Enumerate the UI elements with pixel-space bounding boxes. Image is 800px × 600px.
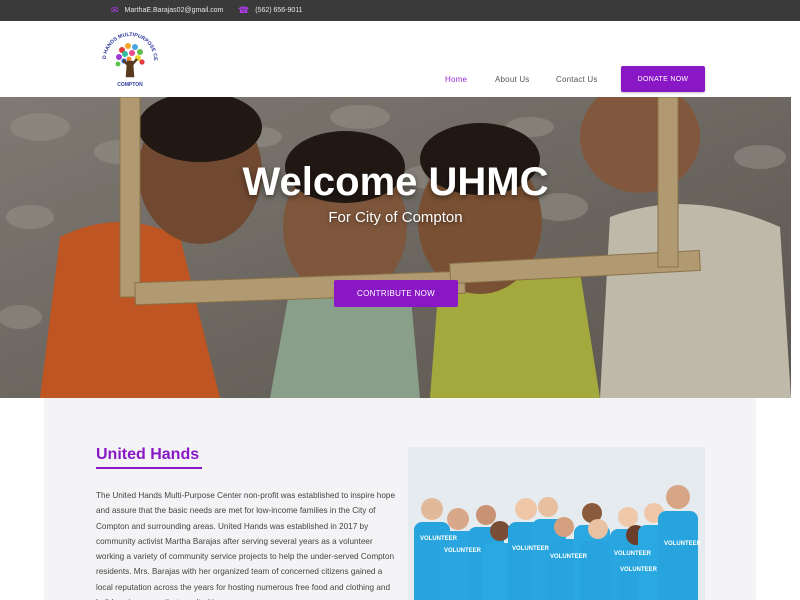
volunteers-photo: VOLUNTEER VOLUNTEER VOLUNTEER VOLUNTEER … — [408, 447, 705, 600]
shirt-text: VOLUNTEER — [444, 548, 482, 554]
shirt-text: VOLUNTEER — [664, 541, 702, 547]
email-text: MarthaE.Barajas02@gmail.com — [124, 7, 224, 14]
contact-bar: ✉ MarthaE.Barajas02@gmail.com ☎ (562) 65… — [0, 0, 800, 21]
nav-contact-us[interactable]: Contact Us — [556, 75, 598, 84]
shirt-text: VOLUNTEER — [550, 554, 588, 560]
shirt-text: VOLUNTEER — [614, 551, 652, 557]
nav-about-us[interactable]: About Us — [495, 75, 530, 84]
envelope-icon: ✉ — [111, 5, 119, 15]
heading-underline — [96, 467, 202, 469]
phone-icon: ☎ — [238, 5, 250, 15]
contribute-now-button[interactable]: CONTRIBUTE NOW — [334, 280, 458, 307]
donate-now-button[interactable]: DONATE NOW — [621, 66, 705, 92]
hero-banner: Welcome UHMC For City of Compton CONTRIB… — [0, 97, 791, 398]
shirt-text: VOLUNTEER — [512, 546, 550, 552]
hero-photo — [0, 97, 791, 398]
shirt-text: VOLUNTEER — [620, 567, 658, 573]
hero-subtitle: For City of Compton — [328, 209, 463, 226]
site-logo[interactable]: UNITED HANDS MULTIPURPOSE CENTER COMPTON — [96, 22, 162, 92]
email-contact[interactable]: ✉ MarthaE.Barajas02@gmail.com — [111, 0, 223, 21]
logo-bottom-text: COMPTON — [117, 82, 143, 88]
about-section: United Hands The United Hands Multi-Purp… — [44, 398, 756, 600]
volunteers-graphic: VOLUNTEER VOLUNTEER VOLUNTEER VOLUNTEER … — [408, 447, 705, 600]
tree-logo-graphic: UNITED HANDS MULTIPURPOSE CENTER COMPTON — [96, 22, 158, 88]
hero-title: Welcome UHMC — [242, 160, 549, 204]
site-header: UNITED HANDS MULTIPURPOSE CENTER COMPTON… — [0, 21, 800, 97]
about-paragraph: The United Hands Multi-Purpose Center no… — [96, 491, 396, 600]
about-heading: United Hands — [96, 446, 200, 463]
phone-contact[interactable]: ☎ (562) 656-9011 — [238, 0, 303, 21]
shirt-text: VOLUNTEER — [420, 536, 458, 542]
nav-home[interactable]: Home — [445, 75, 467, 84]
phone-text: (562) 656-9011 — [255, 7, 303, 14]
